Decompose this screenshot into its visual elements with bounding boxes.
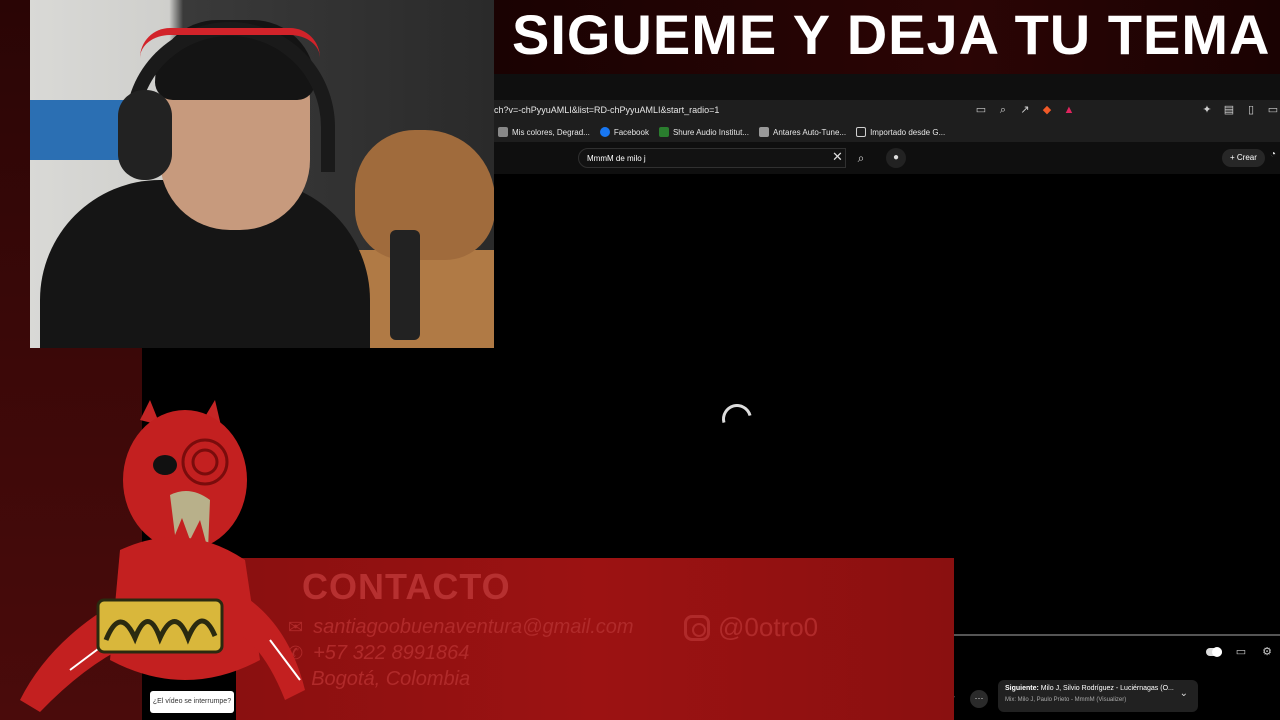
settings-icon[interactable]: ⚙ <box>1260 645 1274 659</box>
create-button[interactable]: + Crear <box>1222 149 1265 167</box>
headphones-accent <box>140 28 320 58</box>
bookmark-item[interactable]: Shure Audio Institut... <box>658 127 749 137</box>
bookmark-item[interactable]: Antares Auto-Tune... <box>759 127 846 137</box>
youtube-masthead: MmmM de milo j ✕ ⌕ ● + Crear ◔ <box>494 142 1280 174</box>
folder-icon <box>856 127 867 137</box>
next-up-subtitle: Mix: Milo J, Paulo Prieto - MmmM (Visual… <box>1005 697 1127 703</box>
webcam-feed <box>30 0 494 348</box>
follow-banner: SIGUEME Y DEJA TU TEMA <box>512 3 1271 66</box>
address-bar[interactable]: ch?v=-chPyyuAMLI&list=RD-chPyyuAMLI&star… <box>494 100 1280 122</box>
brave-shield-icon[interactable]: ◆ <box>1040 103 1054 117</box>
next-up-video-title: Milo J, Silvio Rodríguez - Luciérnagas (… <box>1040 685 1174 692</box>
contact-title: CONTACTO <box>302 566 511 607</box>
contact-location: Bogotá, Colombia <box>311 668 471 690</box>
bookmark-label: Mis colores, Degrad... <box>512 127 590 137</box>
bookmark-item[interactable]: Importado desde G... <box>856 127 945 137</box>
red-devil-mascot <box>20 400 305 712</box>
contact-location-row: ⚲ Bogotá, Colombia <box>288 668 470 691</box>
instagram-icon <box>684 614 710 641</box>
bookmarks-bar: Mis colores, Degrad... Facebook Shure Au… <box>494 122 1280 142</box>
bookmark-item[interactable]: Facebook <box>599 127 649 137</box>
bookmark-label: Importado desde G... <box>870 127 946 137</box>
microphone <box>390 230 420 340</box>
browser-window: ch?v=-chPyyuAMLI&list=RD-chPyyuAMLI&star… <box>494 74 1280 174</box>
shure-icon <box>658 127 669 137</box>
toolbar-right-icons: ✦ ▤ ▯ ▭ <box>1200 103 1280 117</box>
next-up-card[interactable]: Siguiente: Milo J, Silvio Rodríguez - Lu… <box>998 680 1198 712</box>
reading-list-icon[interactable]: ▤ <box>1222 103 1236 117</box>
contact-phone-row: ✆ +57 322 8991864 <box>288 642 469 665</box>
next-up-title: Siguiente: Milo J, Silvio Rodríguez - Lu… <box>1005 685 1174 692</box>
contact-instagram-row: @0otro0 <box>684 612 818 643</box>
more-options-icon[interactable]: ⋯ <box>970 690 988 708</box>
wallet-icon[interactable]: ▭ <box>1266 103 1280 117</box>
player-progress-bar[interactable] <box>954 634 1280 636</box>
notifications-icon[interactable]: ◔ <box>1270 149 1276 160</box>
share-icon[interactable]: ↗ <box>1018 103 1032 117</box>
bookmark-item[interactable]: Mis colores, Degrad... <box>498 127 590 137</box>
rewards-icon[interactable]: ▲ <box>1062 103 1076 117</box>
autoplay-toggle[interactable] <box>1206 647 1222 657</box>
install-app-icon[interactable]: ▭ <box>974 103 988 117</box>
bookmark-favicon-icon <box>498 127 508 137</box>
url-text[interactable]: ch?v=-chPyyuAMLI&list=RD-chPyyuAMLI&star… <box>494 105 719 115</box>
tab-strip <box>494 74 1280 100</box>
bookmark-label: Antares Auto-Tune... <box>773 127 847 137</box>
capybara-plush <box>355 130 494 260</box>
miniplayer-icon[interactable]: ▭ <box>1234 645 1248 659</box>
mascot-eye <box>153 455 177 475</box>
facebook-icon <box>599 127 610 137</box>
address-bar-icons: ▭ ⌕ ↗ ◆ ▲ <box>974 103 1076 117</box>
contact-email: santiagoobuenaventura@gmail.com <box>313 616 634 638</box>
player-controls-right: ▭ ⚙ <box>1206 645 1274 659</box>
chevron-down-icon[interactable]: ⌄ <box>1180 688 1188 699</box>
bookmark-label: Shure Audio Institut... <box>672 127 749 137</box>
contact-instagram: @0otro0 <box>718 612 819 642</box>
create-label: Crear <box>1236 153 1257 162</box>
clear-search-icon[interactable]: ✕ <box>832 149 843 165</box>
contact-email-row: ✉ santiagoobuenaventura@gmail.com <box>288 616 634 639</box>
contact-panel: CONTACTO ✉ santiagoobuenaventura@gmail.c… <box>236 558 954 720</box>
headphone-ear-cup <box>118 90 172 180</box>
partial-player-button[interactable]: r <box>952 694 966 708</box>
mascot-head <box>123 410 247 550</box>
antares-icon <box>759 127 769 137</box>
next-up-prefix: Siguiente: <box>1005 685 1039 692</box>
sidebar-icon[interactable]: ▯ <box>1244 103 1258 117</box>
microphone-icon[interactable]: ● <box>886 148 906 168</box>
zoom-icon[interactable]: ⌕ <box>996 103 1010 117</box>
playback-issue-tooltip[interactable]: ¿El vídeo se interrumpe? <box>150 691 234 713</box>
extensions-icon[interactable]: ✦ <box>1200 103 1214 117</box>
bookmark-label: Facebook <box>613 127 649 137</box>
contact-phone: +57 322 8991864 <box>313 642 470 664</box>
search-input[interactable]: MmmM de milo j <box>578 148 846 168</box>
search-icon[interactable]: ⌕ <box>850 148 872 168</box>
